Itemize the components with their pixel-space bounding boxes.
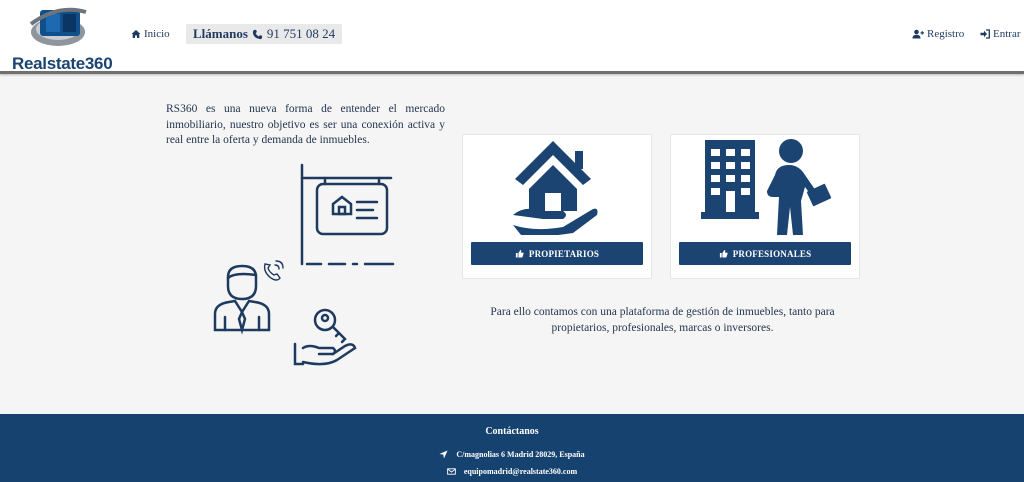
professionals-button[interactable]: PROFESIONALES	[679, 242, 851, 265]
thumbs-up-icon	[515, 249, 524, 258]
thumbs-up-icon	[719, 249, 728, 258]
nav-home-label: Inicio	[144, 28, 170, 40]
logo-graphic	[29, 7, 87, 46]
login-label: Entrar	[993, 28, 1021, 40]
register-label: Registro	[927, 28, 965, 40]
owners-card[interactable]: PROPIETARIOS	[462, 134, 652, 279]
platform-description-line2: propietarios, profesionales, marcas o in…	[551, 322, 774, 334]
home-icon	[131, 30, 141, 38]
real-estate-illustration	[213, 163, 395, 366]
user-plus-icon	[912, 29, 924, 39]
footer-address-text: C/magnolias 6 Madrid 28029, España	[456, 450, 585, 459]
house-in-hand-icon	[513, 141, 598, 235]
register-link[interactable]: Registro	[912, 28, 964, 40]
phone-box[interactable]: Llámanos 91 751 08 24	[186, 24, 343, 44]
logo-text: Realstate360	[12, 54, 113, 73]
phone-number: 91 751 08 24	[266, 26, 336, 41]
building-professional-icon	[701, 139, 832, 235]
professionals-card[interactable]: PROFESIONALES	[670, 134, 860, 279]
location-arrow-icon	[439, 450, 448, 459]
sign-in-icon	[980, 29, 990, 39]
phone-label: Llámanos	[193, 26, 248, 41]
login-link[interactable]: Entrar	[980, 28, 1020, 40]
phone-icon	[252, 29, 262, 39]
envelope-icon	[447, 468, 456, 475]
footer-email-text[interactable]: equipomadrid@realstate360.com	[464, 467, 577, 476]
platform-description: Para ello contamos con una plataforma de…	[470, 304, 855, 336]
footer-email[interactable]: equipomadrid@realstate360.com	[0, 467, 1024, 476]
footer-title: Contáctanos	[485, 426, 539, 437]
professionals-button-label: PROFESIONALES	[732, 248, 812, 259]
owners-button[interactable]: PROPIETARIOS	[471, 242, 643, 265]
nav-home-link[interactable]: Inicio	[131, 28, 170, 40]
realstate360-logo[interactable]: Realstate360	[8, 4, 114, 73]
footer-address: C/magnolias 6 Madrid 28029, España	[0, 450, 1024, 459]
intro-text: RS360 es una nueva forma de entender el …	[166, 103, 445, 146]
footer: Contáctanos C/magnolias 6 Madrid 28029, …	[0, 414, 1024, 482]
top-navbar: Realstate360 Inicio Llámanos 91 751 08 2…	[0, 0, 1024, 74]
platform-description-line1: Para ello contamos con una plataforma de…	[490, 306, 835, 318]
owners-button-label: PROPIETARIOS	[528, 248, 600, 259]
